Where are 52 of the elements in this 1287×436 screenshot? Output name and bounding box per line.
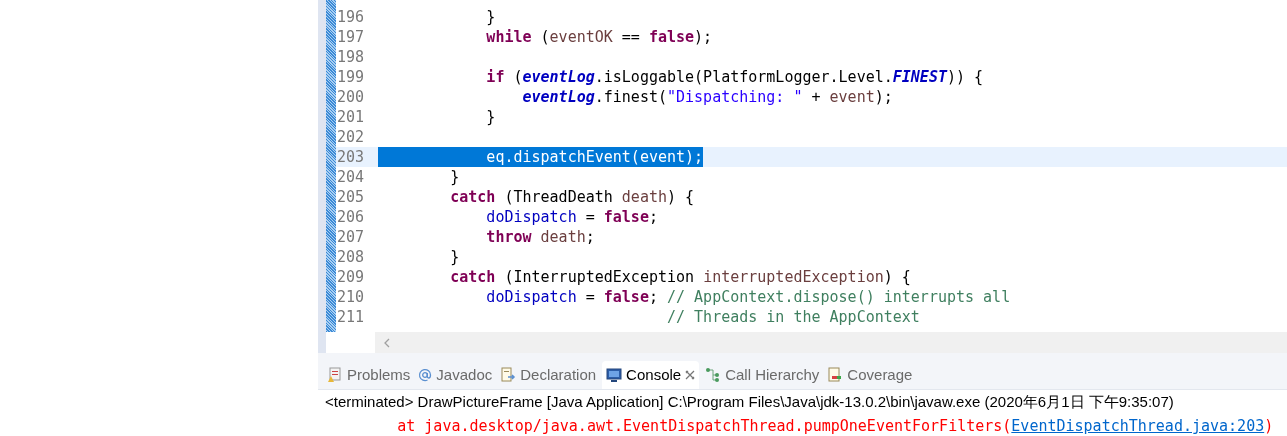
line-number: 207 [336,227,366,247]
code-line: if (eventLog.isLoggable(PlatformLogger.Level.FINEST)) { [485,67,984,87]
horizontal-scrollbar[interactable] [375,332,1287,353]
coverage-report-icon [827,367,844,383]
view-tab[interactable]: Call Hierarchy [703,361,822,389]
line-number: 206 [336,207,366,227]
source-link[interactable]: EventDispatchThread.java:203 [1011,417,1265,435]
code-line: // Threads in the AppContext [666,307,920,327]
line-number: 202 [336,127,366,147]
code-line: catch (InterruptedException interruptedException) { [449,267,911,287]
line-number: 210 [336,287,366,307]
line-number: 208 [336,247,366,267]
line-number: 199 [336,67,366,87]
code-line: } [485,107,496,127]
line-number: 200 [336,87,366,107]
code-line: doDispatch = false; [485,207,658,227]
warning-list-icon [327,367,343,383]
code-line: catch (ThreadDeath death) { [449,187,695,207]
line-number: 209 [336,267,366,287]
line-number: 196 [336,7,366,27]
line-number: 205 [336,187,366,207]
view-tab[interactable]: Coverage [825,361,915,389]
code-line: eventLog.finest("Dispatching: " + event); [521,87,893,107]
console-header: <terminated> DrawPictureFrame [Java Application] C:\Program Files\Java\jdk-13.0.2\bin\javaw.exe (2020年6月1日 下午9:35:07) [325,392,1175,412]
line-number: 197 [336,27,366,47]
view-tab[interactable]: Console [602,361,700,389]
code-line: while (eventOK == false); [485,27,713,47]
view-tab[interactable]: Javadoc [416,361,495,389]
code-line: } [485,7,496,27]
view-tab[interactable]: Declaration [498,361,599,389]
tab-label: Problems [347,364,411,385]
hierarchy-icon [705,367,722,383]
view-tab[interactable]: Problems [325,361,413,389]
code-line: } [449,247,460,267]
line-number: 201 [336,107,366,127]
line-number: 211 [336,307,366,327]
code-line: throw death; [485,227,595,247]
line-number: 198 [336,47,366,67]
at-sign-icon [418,368,433,382]
tab-label: Call Hierarchy [725,364,820,385]
close-icon[interactable] [685,370,696,380]
document-arrow-icon [500,367,517,383]
code-line: doDispatch = false; // AppContext.dispose() interrupts all [485,287,1011,307]
line-number: 204 [336,167,366,187]
tab-label: Coverage [847,364,913,385]
code-line: } [449,167,460,187]
tab-label: Javadoc [436,364,493,385]
line-number: 203 [336,147,366,167]
tab-label: Declaration [520,364,597,385]
stack-trace-line: at java.desktop/java.awt.EventDispatchThread.pumpOneEventForFilters(EventDispatchThread.java:203) [396,416,1275,436]
tab-label: Console [626,364,682,385]
monitor-icon [606,367,623,383]
